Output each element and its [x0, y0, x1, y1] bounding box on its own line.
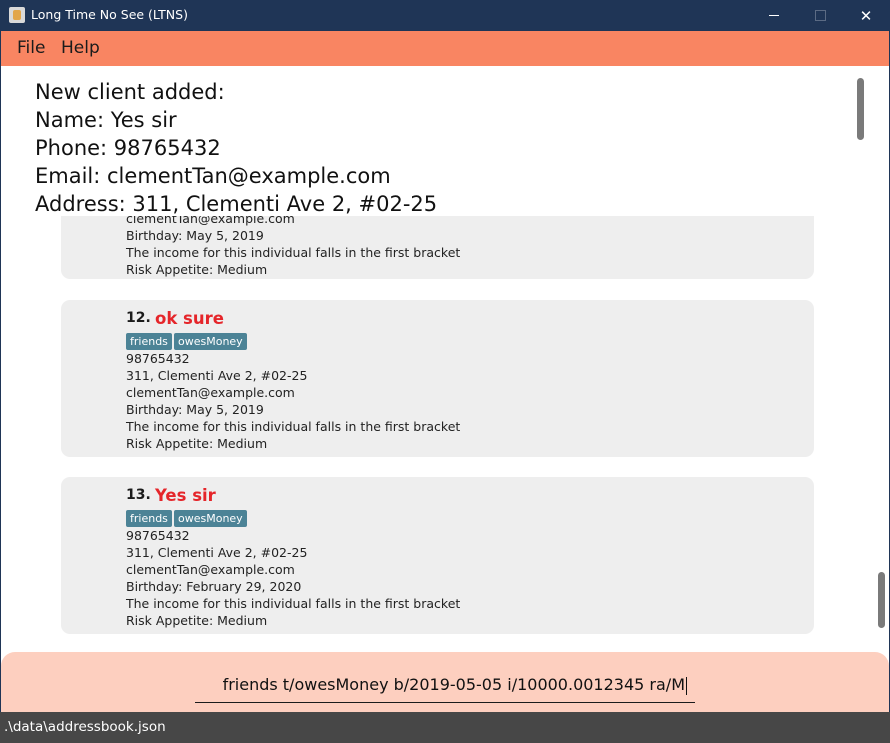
menu-help[interactable]: Help	[61, 38, 100, 58]
save-location: .\data\addressbook.json	[4, 719, 166, 735]
title-bar: Long Time No See (LTNS) ✕	[0, 0, 890, 31]
person-birthday: Birthday: February 29, 2020	[126, 579, 302, 594]
minimize-icon	[769, 15, 779, 16]
person-email: clementTan@example.com	[126, 216, 295, 226]
person-income: The income for this individual falls in …	[126, 419, 461, 434]
result-scrollbar-thumb[interactable]	[857, 78, 864, 140]
person-name: Yes sir	[155, 486, 216, 505]
result-line: Email: clementTan@example.com	[35, 164, 391, 188]
person-index: 12.	[126, 310, 151, 326]
command-text: friends t/owesMoney b/2019-05-05 i/10000…	[222, 675, 685, 694]
person-risk: Risk Appetite: Medium	[126, 262, 268, 277]
text-caret	[686, 676, 687, 695]
person-birthday: Birthday: May 5, 2019	[126, 402, 264, 417]
person-card[interactable]: clementTan@example.com Birthday: May 5, …	[61, 216, 814, 279]
result-line: Address: 311, Clementi Ave 2, #02-25	[35, 192, 438, 216]
minimize-button[interactable]	[751, 0, 797, 31]
command-input[interactable]: friends t/owesMoney b/2019-05-05 i/10000…	[195, 670, 695, 703]
person-phone: 98765432	[126, 528, 190, 543]
person-card[interactable]: 12. ok sure friends owesMoney 98765432 3…	[61, 300, 814, 457]
status-bar: .\data\addressbook.json	[0, 712, 890, 743]
list-scrollbar-thumb[interactable]	[878, 572, 885, 628]
person-income: The income for this individual falls in …	[126, 245, 461, 260]
tag: friends	[126, 333, 172, 350]
person-address: 311, Clementi Ave 2, #02-25	[126, 368, 308, 383]
maximize-button[interactable]	[797, 0, 843, 31]
person-email: clementTan@example.com	[126, 385, 295, 400]
person-card[interactable]: 13. Yes sir friends owesMoney 98765432 3…	[61, 477, 814, 634]
result-line: Name: Yes sir	[35, 108, 177, 132]
person-address: 311, Clementi Ave 2, #02-25	[126, 545, 308, 560]
maximize-icon	[814, 10, 826, 21]
close-button[interactable]: ✕	[843, 0, 889, 31]
app-icon	[9, 7, 25, 23]
person-phone: 98765432	[126, 351, 190, 366]
person-list: clementTan@example.com Birthday: May 5, …	[1, 216, 889, 652]
person-risk: Risk Appetite: Medium	[126, 436, 268, 451]
close-icon: ✕	[859, 6, 873, 25]
person-index: 13.	[126, 487, 151, 503]
tag: friends	[126, 510, 172, 527]
person-name: ok sure	[155, 309, 224, 328]
result-line: New client added:	[35, 80, 225, 104]
person-birthday: Birthday: May 5, 2019	[126, 228, 264, 243]
tag: owesMoney	[174, 510, 247, 527]
menu-file[interactable]: File	[17, 38, 45, 58]
window-border-left	[0, 31, 1, 712]
tag: owesMoney	[174, 333, 247, 350]
person-email: clementTan@example.com	[126, 562, 295, 577]
person-risk: Risk Appetite: Medium	[126, 613, 268, 628]
window-title: Long Time No See (LTNS)	[31, 7, 188, 22]
command-box-area: friends t/owesMoney b/2019-05-05 i/10000…	[1, 652, 889, 712]
menu-bar: File Help	[1, 31, 889, 66]
result-line: Phone: 98765432	[35, 136, 221, 160]
result-display: New client added: Name: Yes sir Phone: 9…	[1, 66, 889, 216]
person-income: The income for this individual falls in …	[126, 596, 461, 611]
